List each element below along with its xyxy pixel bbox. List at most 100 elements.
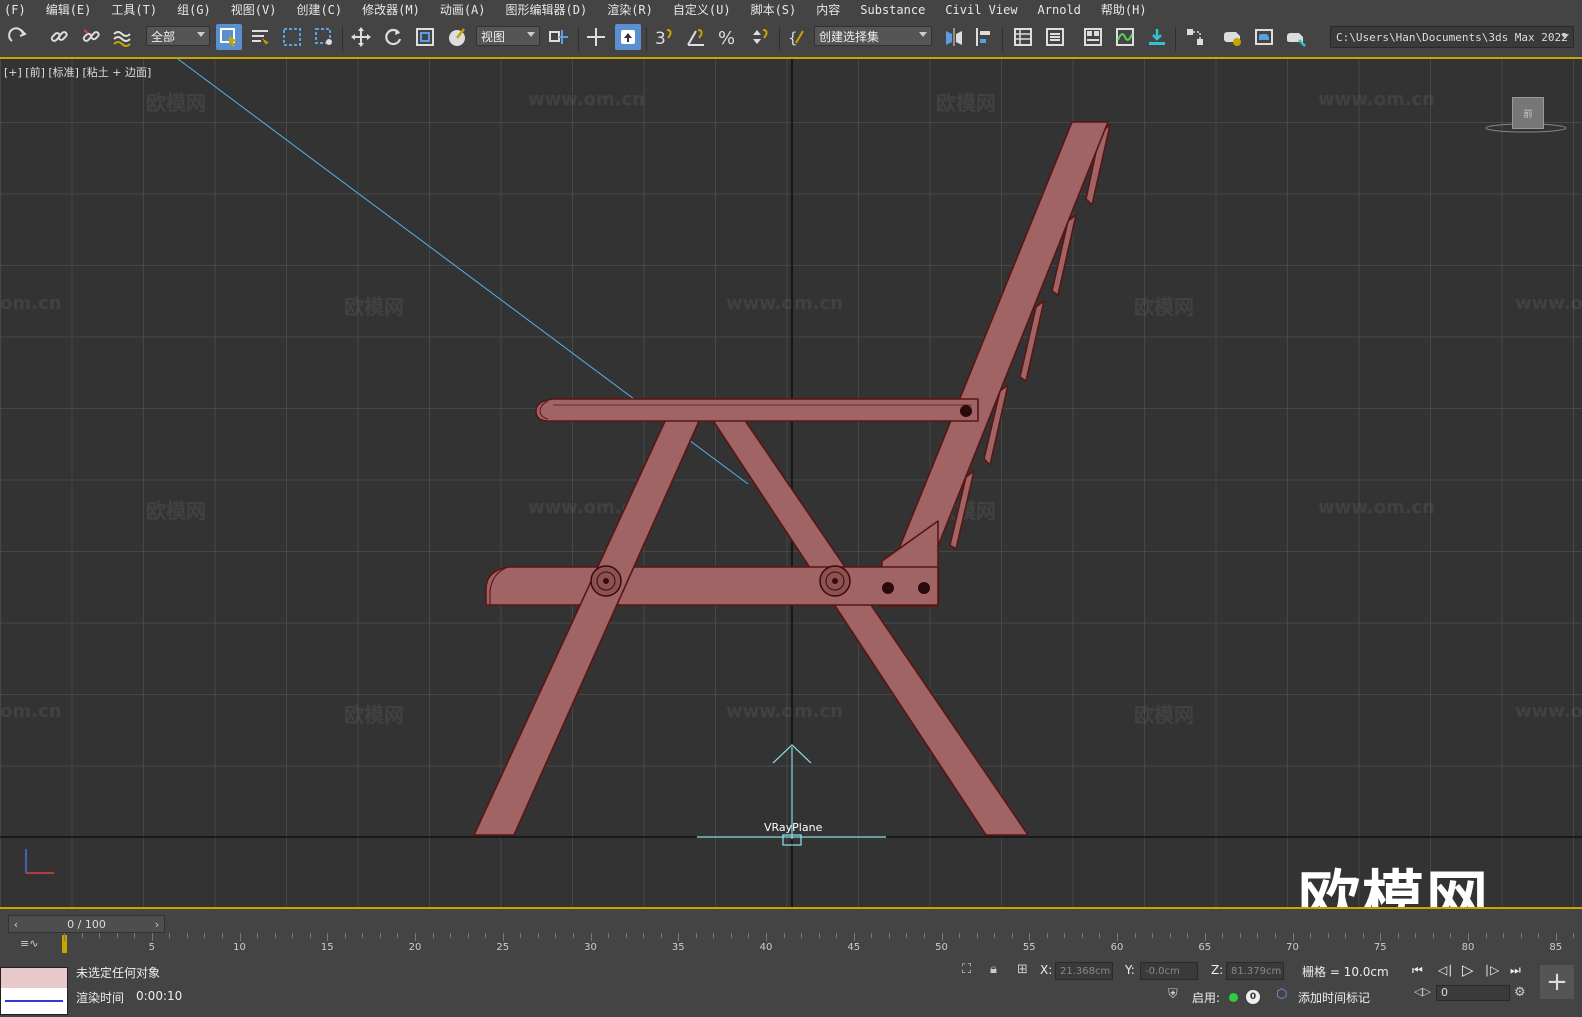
spinner-snap-icon[interactable] — [747, 24, 773, 50]
timeline-tick — [1187, 933, 1189, 938]
front-viewport[interactable]: [+] [前] [标准] [粘土 + 边面] 欧模网 www.om.cn 欧模网… — [0, 59, 1582, 907]
layer-explorer-icon[interactable] — [1042, 24, 1068, 50]
menu-tools[interactable]: 工具(T) — [99, 1, 169, 18]
timeline-tick — [853, 933, 855, 941]
timeline-tick — [1555, 933, 1557, 941]
menu-help[interactable]: 帮助(H) — [1089, 1, 1159, 18]
frame-counter: 0 / 100 — [67, 917, 106, 931]
add-time-tag-label[interactable]: 添加时间标记 — [1298, 989, 1370, 1006]
current-frame-field[interactable]: 0 — [1436, 985, 1510, 1001]
timeline-tick-label: 70 — [1286, 942, 1299, 953]
menu-file[interactable]: (F) — [0, 3, 38, 17]
timeline-tick — [643, 933, 645, 938]
pivot-bolt-right — [819, 565, 851, 597]
mini-curve-editor-icon[interactable]: ≡∿ — [20, 937, 38, 950]
menu-edit[interactable]: 编辑(E) — [34, 1, 104, 18]
unlink-icon[interactable] — [78, 24, 104, 50]
select-manipulate-icon[interactable] — [583, 24, 609, 50]
menu-create[interactable]: 创建(C) — [284, 1, 354, 18]
rotate-icon[interactable] — [380, 24, 406, 50]
timeline-track[interactable]: 5 10 15 20 25 30 35 40 45 50 55 60 65 70 75 80 85 — [60, 933, 1575, 959]
render-setup-icon[interactable] — [1219, 24, 1245, 50]
select-by-name-icon[interactable] — [247, 24, 273, 50]
go-to-end-icon[interactable]: ⏭ — [1510, 963, 1521, 978]
menu-scripting[interactable]: 脚本(S) — [739, 1, 809, 18]
scene-explorer-icon[interactable] — [1010, 24, 1036, 50]
selection-filter-dropdown[interactable]: 全部 — [146, 26, 210, 46]
timeline-tick — [1468, 933, 1469, 941]
isolate-selection-icon[interactable]: ⛶ — [962, 962, 971, 977]
menu-customize[interactable]: 自定义(U) — [661, 1, 743, 18]
previous-frame-icon[interactable]: ◁∣ — [1438, 963, 1453, 977]
play-icon[interactable]: ▷ — [1462, 961, 1474, 979]
window-crossing-icon[interactable] — [311, 24, 337, 50]
project-path-text: C:\Users\Han\Documents\3ds Max 2022 — [1336, 30, 1568, 44]
scale-icon[interactable] — [412, 24, 438, 50]
percent-snap-icon[interactable]: % — [715, 24, 741, 50]
viewcube[interactable]: 前 — [1512, 97, 1544, 129]
menu-arnold[interactable]: Arnold — [1026, 3, 1093, 17]
reference-coord-dropdown[interactable]: 视图 — [476, 26, 540, 46]
menu-civil-view[interactable]: Civil View — [933, 3, 1029, 17]
timeline-tick — [625, 933, 627, 938]
project-path-field[interactable]: C:\Users\Han\Documents\3ds Max 2022 — [1330, 26, 1574, 48]
menu-rendering[interactable]: 渲染(R) — [595, 1, 665, 18]
x-coordinate-field[interactable]: 21.368cm — [1055, 962, 1113, 980]
timeline-tick — [748, 933, 750, 938]
timeline-tick — [888, 933, 890, 938]
mirror-icon[interactable] — [941, 24, 967, 50]
time-tag-icon[interactable]: ⬡ — [1276, 987, 1287, 1002]
curve-editor-icon[interactable] — [1112, 24, 1138, 50]
align-icon[interactable] — [971, 24, 997, 50]
timeline-tick — [1029, 933, 1031, 941]
menu-modifiers[interactable]: 修改器(M) — [350, 1, 432, 18]
z-coordinate-field[interactable]: 81.379cm — [1226, 962, 1284, 980]
menu-animation[interactable]: 动画(A) — [428, 1, 498, 18]
menu-graph-editors[interactable]: 图形编辑器(D) — [494, 1, 600, 18]
keyboard-shortcut-override-icon[interactable] — [615, 24, 641, 50]
schematic-view-icon[interactable] — [1144, 24, 1170, 50]
next-frame-icon[interactable]: ∣▷ — [1484, 963, 1499, 977]
timeline-tick-label: 45 — [847, 942, 861, 953]
absolute-mode-icon[interactable]: ⊞ — [1017, 962, 1028, 977]
named-selection-set-dropdown[interactable]: 创建选择集 — [814, 26, 932, 46]
select-object-icon[interactable] — [216, 24, 242, 50]
timeline-tick — [397, 933, 399, 938]
render-production-icon[interactable] — [1283, 24, 1309, 50]
timeline-tick — [1274, 933, 1276, 938]
menu-views[interactable]: 视图(V) — [219, 1, 289, 18]
place-icon[interactable] — [444, 24, 470, 50]
add-viewport-button[interactable]: + — [1540, 965, 1574, 999]
go-to-start-icon[interactable]: ⏮ — [1412, 963, 1423, 978]
maxscript-listener-preview[interactable] — [0, 967, 68, 1015]
timeline-tick — [941, 933, 943, 941]
timeline-tick-label: 75 — [1373, 942, 1387, 953]
bind-space-warp-icon[interactable] — [110, 24, 136, 50]
time-slider-prev-icon[interactable]: ‹ — [9, 916, 23, 932]
menu-group[interactable]: 组(G) — [165, 1, 223, 18]
redo-icon[interactable] — [6, 24, 32, 50]
rendered-frame-window-icon[interactable] — [1251, 24, 1277, 50]
pivot-center-icon[interactable] — [546, 24, 572, 50]
angle-snap-icon[interactable] — [683, 24, 709, 50]
time-slider-next-icon[interactable]: › — [150, 916, 164, 932]
timeline-tick — [257, 933, 259, 938]
material-editor-icon[interactable] — [1182, 24, 1208, 50]
enable-label: 启用: — [1192, 991, 1221, 1005]
key-mode-icon[interactable]: ◁▷ — [1414, 985, 1431, 998]
time-configuration-icon[interactable]: ⚙ — [1514, 985, 1526, 1000]
timeline-tick-label: 65 — [1198, 942, 1212, 953]
menu-content[interactable]: 内容 — [804, 1, 852, 18]
adaptive-degradation-icon[interactable]: ⛨ — [1168, 987, 1178, 1002]
rectangular-selection-icon[interactable] — [279, 24, 305, 50]
time-slider[interactable]: ‹ 0 / 100 › — [8, 915, 165, 933]
y-coordinate-field[interactable]: -0.0cm — [1140, 962, 1198, 980]
ribbon-toggle-icon[interactable] — [1080, 24, 1106, 50]
link-icon[interactable] — [46, 24, 72, 50]
snaps-toggle-icon[interactable]: 3 — [651, 24, 677, 50]
move-icon[interactable] — [348, 24, 374, 50]
menu-substance[interactable]: Substance — [848, 3, 937, 17]
edit-named-selection-icon[interactable]: { — [784, 24, 810, 50]
scene-canvas[interactable] — [0, 59, 1582, 907]
selection-lock-icon[interactable]: 🔒︎ — [990, 962, 997, 977]
